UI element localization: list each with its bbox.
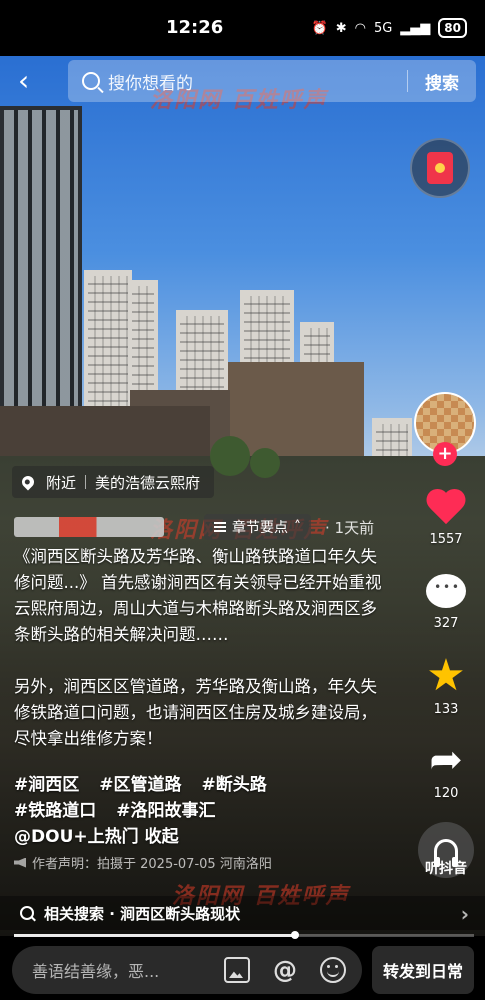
signal-icon: ▂▄▆ [400,20,431,36]
favorite-count: 133 [433,702,459,717]
post-description: 《涧西区断头路及芳华路、衡山路铁路道口年久失修问题...》 首先感谢涧西区有关领… [14,544,384,752]
location-tag[interactable]: 附近 美的浩德云熙府 [12,466,215,498]
author-statement: 作者声明：拍摄于 2025-07-05 河南洛阳 [14,853,272,872]
speaker-icon [14,857,26,868]
alarm-icon: ⏰ [311,20,328,36]
search-input[interactable]: 搜你想看的 搜索 [68,60,476,102]
favorite-button[interactable]: ★ 133 [412,650,480,718]
star-icon: ★ [426,650,466,701]
video-tree [210,436,250,476]
search-button[interactable]: 搜索 [408,69,476,94]
battery-indicator: 80 [438,18,467,38]
emoji-icon[interactable] [320,957,346,983]
share-arrow-icon: ➦ [429,737,463,783]
chevron-right-icon: › [460,902,469,926]
author-row: 章节要点 ˄ · 1天前 [14,512,414,542]
related-search-text: 相关搜索 · 涧西区断头路现状 [44,904,241,923]
status-time: 12:26 [166,17,224,38]
description-paragraph: 《涧西区断头路及芳华路、衡山路铁路道口年久失修问题...》 首先感谢涧西区有关领… [14,547,382,644]
follow-plus-icon[interactable]: + [433,442,457,466]
share-count: 120 [433,786,459,801]
hashtag[interactable]: #铁路道口 [14,801,96,821]
hashtag[interactable]: #区管道路 [99,775,181,795]
post-time: · 1天前 [325,518,375,537]
bluetooth-icon: ✱ [335,20,347,36]
comment-input[interactable]: 善语结善缘，恶... @ [12,946,362,994]
search-icon [82,72,100,90]
chapter-summary-label: 章节要点 [232,520,288,536]
search-icon [20,906,34,920]
collapse-button[interactable]: 收起 [145,827,179,847]
bottom-bar: 善语结善缘，恶... @ 转发到日常 [0,940,485,1000]
hashtag[interactable]: #涧西区 [14,775,79,795]
comment-input-placeholder: 善语结善缘，恶... [32,962,160,981]
list-icon [214,522,226,532]
author-name-blurred[interactable] [14,517,164,537]
chevron-up-icon: ˄ [294,519,301,535]
post-time-value: 1天前 [334,518,375,537]
like-button[interactable]: 1557 [412,488,480,547]
comment-icon [426,574,466,608]
image-icon[interactable] [224,957,250,983]
share-button[interactable]: ➦ 120 [412,738,480,801]
video-lowrise [0,406,210,462]
comment-count: 327 [433,616,459,631]
red-packet-button[interactable] [410,138,470,198]
back-button[interactable]: ‹ [18,66,46,96]
status-icons: ⏰ ✱ ◠ 5G ▂▄▆ 80 [311,18,467,38]
hashtag[interactable]: #断头路 [202,775,267,795]
search-placeholder: 搜你想看的 [108,73,193,94]
at-mention-icon[interactable]: @ [272,956,298,984]
location-pin-icon [19,473,37,491]
heart-icon [424,488,468,528]
video-tree [250,448,280,478]
listen-label: 听抖音 [425,861,467,877]
comment-button[interactable]: 327 [412,574,480,631]
red-packet-icon [427,152,453,184]
hashtag[interactable]: #洛阳故事汇 [116,801,215,821]
forward-to-daily-button[interactable]: 转发到日常 [372,946,474,994]
search-bar: ‹ 搜你想看的 搜索 [0,56,485,108]
like-count: 1557 [429,532,463,547]
wifi-icon: ◠ [354,20,366,36]
related-search-bar[interactable]: 相关搜索 · 涧西区断头路现状 › [0,896,485,930]
network-label: 5G [373,20,393,36]
video-progress-bar[interactable] [14,931,474,939]
statement-text: 作者声明：拍摄于 2025-07-05 河南洛阳 [32,857,272,872]
hashtag-list: #涧西区 #区管道路 #断头路 #铁路道口 #洛阳故事汇 @DOU+上热门 收起 [14,772,394,850]
location-prefix: 附近 [46,473,77,492]
location-divider [85,475,87,489]
chapter-summary-button[interactable]: 章节要点 ˄ [204,514,311,540]
chevron-left-icon: ‹ [18,64,30,97]
location-place: 美的浩德云熙府 [95,473,201,492]
mention-tag[interactable]: @DOU+上热门 [14,827,139,847]
status-bar: 12:26 ⏰ ✱ ◠ 5G ▂▄▆ 80 [0,0,485,56]
video-progress-knob[interactable] [290,931,299,939]
video-progress-fill [14,934,295,937]
description-paragraph: 另外，涧西区区管道路，芳华路及衡山路，年久失修铁路道口问题，也请涧西区住房及城乡… [14,677,377,748]
